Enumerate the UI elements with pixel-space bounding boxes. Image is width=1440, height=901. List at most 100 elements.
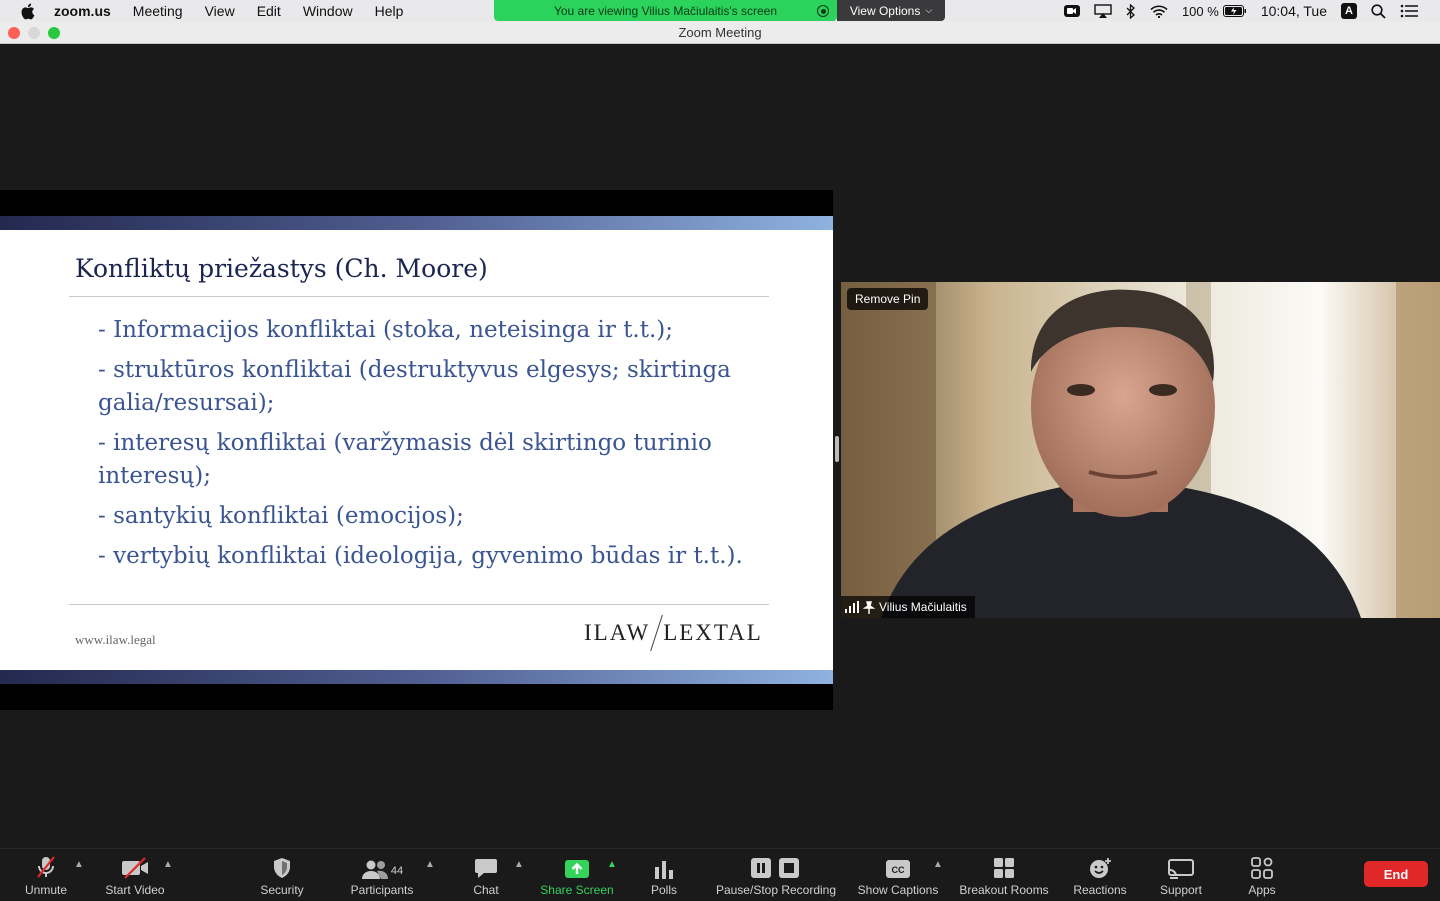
video-off-icon <box>121 853 149 879</box>
participant-name: Vilius Mačiulaitis <box>879 600 967 614</box>
slide-bottom-band <box>0 670 833 684</box>
zoom-status-icon[interactable] <box>1063 4 1080 18</box>
presentation-slide: Konfliktų priežastys (Ch. Moore) - Infor… <box>0 216 833 684</box>
meeting-toolbar: Unmute ▲ Start Video ▲ Security 44 Parti… <box>0 848 1440 900</box>
security-button[interactable]: Security <box>254 849 310 901</box>
unmute-label: Unmute <box>24 883 68 897</box>
wifi-icon[interactable] <box>1150 5 1168 18</box>
slide-footer-url: www.ilaw.legal <box>75 632 156 647</box>
menu-help[interactable]: Help <box>375 0 404 22</box>
show-captions-button[interactable]: CC Show Captions <box>855 849 941 901</box>
start-video-label: Start Video <box>105 883 165 897</box>
meeting-area: Konfliktų priežastys (Ch. Moore) - Infor… <box>0 44 1440 848</box>
recording-controls-icon <box>750 853 802 879</box>
slide-bullet: - santykių konfliktai (emocijos); <box>98 503 464 529</box>
breakout-rooms-icon <box>993 853 1015 879</box>
clock[interactable]: 10:04, Tue <box>1261 3 1327 19</box>
reactions-button[interactable]: Reactions <box>1070 849 1130 901</box>
menu-meeting[interactable]: Meeting <box>133 0 183 22</box>
slide-title: Konfliktų priežastys (Ch. Moore) <box>75 254 488 283</box>
logo-left-text: ILAW <box>584 620 651 645</box>
support-button[interactable]: Support <box>1155 849 1207 901</box>
minimize-window-button[interactable] <box>28 27 40 39</box>
slide-bullet: - interesų konfliktai (varžymasis dėl sk… <box>98 430 712 489</box>
menu-edit[interactable]: Edit <box>257 0 281 22</box>
polls-button[interactable]: Polls <box>646 849 682 901</box>
apps-icon <box>1251 853 1273 879</box>
slide-bullet: - struktūros konfliktai (destruktyvus el… <box>98 357 731 416</box>
split-resize-handle[interactable] <box>835 436 839 462</box>
close-window-button[interactable] <box>8 27 20 39</box>
svg-text:CC: CC <box>892 865 905 875</box>
participant-name-tag: Vilius Mačiulaitis <box>841 596 975 618</box>
logo-slash <box>650 614 664 652</box>
slide-logo: ILAW LEXTAL <box>584 614 763 652</box>
signal-strength-icon <box>845 601 859 613</box>
share-screen-button[interactable]: Share Screen <box>536 849 618 901</box>
end-meeting-button[interactable]: End <box>1364 861 1428 887</box>
chat-button[interactable]: Chat <box>466 849 506 901</box>
window-controls <box>8 27 68 39</box>
chat-icon <box>474 853 498 879</box>
captions-options-caret[interactable]: ▲ <box>933 859 943 870</box>
slide-bullet: - vertybių konfliktai (ideologija, gyven… <box>98 543 743 569</box>
slide-divider-bottom <box>69 604 769 605</box>
chat-label: Chat <box>473 883 499 897</box>
participant-video-feed <box>841 282 1440 618</box>
input-source-icon[interactable]: A <box>1341 3 1357 19</box>
pin-icon <box>863 600 875 614</box>
chat-options-caret[interactable]: ▲ <box>514 859 524 870</box>
participant-video[interactable]: Remove Pin Vilius Mačiulaitis <box>841 282 1440 618</box>
support-label: Support <box>1159 883 1203 897</box>
share-banner-text: You are viewing Vilius Mačiulaitis's scr… <box>553 3 778 18</box>
participants-options-caret[interactable]: ▲ <box>425 859 435 870</box>
polls-label: Polls <box>650 883 677 897</box>
macos-menu-bar: zoom.us Meeting View Edit Window Help Yo… <box>0 0 1440 22</box>
recording-label: Pause/Stop Recording <box>715 883 837 897</box>
breakout-rooms-button[interactable]: Breakout Rooms <box>957 849 1051 901</box>
view-options-button[interactable]: View Options ⌵ <box>837 0 945 21</box>
apps-button[interactable]: Apps <box>1244 849 1280 901</box>
menu-app-name[interactable]: zoom.us <box>54 0 111 22</box>
battery-percent: 100 % <box>1181 3 1219 19</box>
captions-label: Show Captions <box>857 883 939 897</box>
participants-count: 44 <box>390 865 404 877</box>
apple-icon[interactable] <box>20 2 38 20</box>
chevron-down-icon: ⌵ <box>925 5 933 15</box>
status-area: 100 % 10:04, Tue A <box>1050 0 1440 22</box>
airplay-icon[interactable] <box>1094 4 1112 18</box>
audio-options-caret[interactable]: ▲ <box>74 859 84 870</box>
screen-share-banner: You are viewing Vilius Mačiulaitis's scr… <box>494 0 837 21</box>
apps-label: Apps <box>1248 883 1276 897</box>
fullscreen-window-button[interactable] <box>48 27 60 39</box>
security-label: Security <box>260 883 304 897</box>
video-options-caret[interactable]: ▲ <box>163 859 173 870</box>
participants-button[interactable]: 44 Participants <box>346 849 418 901</box>
microphone-muted-icon <box>34 853 58 879</box>
slide-bullet: - Informacijos konfliktai (stoka, neteis… <box>98 317 674 343</box>
window-title: Zoom Meeting <box>678 25 762 40</box>
control-center-icon[interactable] <box>1400 4 1418 18</box>
participants-label: Participants <box>350 883 414 897</box>
menu-window[interactable]: Window <box>303 0 353 22</box>
logo-right-text: LEXTAL <box>663 620 763 645</box>
bluetooth-icon[interactable] <box>1126 3 1136 19</box>
breakout-rooms-label: Breakout Rooms <box>959 883 1049 897</box>
window-title-bar: Zoom Meeting <box>0 22 1440 44</box>
unmute-button[interactable]: Unmute <box>20 849 72 901</box>
start-video-button[interactable]: Start Video <box>100 849 170 901</box>
remove-pin-button[interactable]: Remove Pin <box>847 288 929 310</box>
share-options-caret[interactable]: ▲ <box>607 859 617 870</box>
view-options-label: View Options <box>849 3 921 18</box>
share-screen-icon <box>564 853 590 879</box>
battery-icon[interactable] <box>1222 5 1247 17</box>
shared-screen: Konfliktų priežastys (Ch. Moore) - Infor… <box>0 190 833 710</box>
captions-icon: CC <box>885 853 911 879</box>
reactions-icon <box>1088 853 1112 879</box>
menu-view[interactable]: View <box>205 0 235 22</box>
pause-stop-recording-button[interactable]: Pause/Stop Recording <box>712 849 840 901</box>
share-indicator-icon <box>817 5 829 17</box>
search-icon[interactable] <box>1371 3 1386 19</box>
reactions-label: Reactions <box>1073 883 1127 897</box>
participants-icon: 44 <box>361 853 403 879</box>
